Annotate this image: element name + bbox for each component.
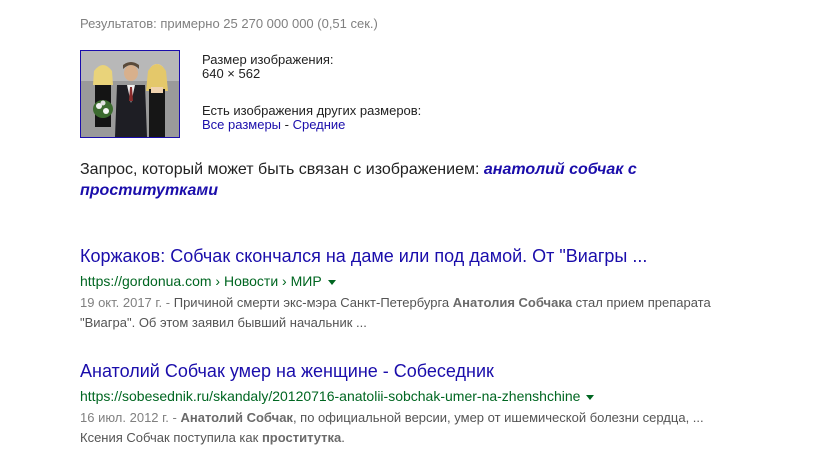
snippet-highlight: Анатолия Собчака [452, 295, 573, 310]
search-result: Коржаков: Собчак скончался на даме или п… [80, 245, 720, 333]
result-title-link[interactable]: Коржаков: Собчак скончался на даме или п… [80, 245, 720, 267]
related-query: Запрос, который может быть связан с изоб… [80, 159, 680, 201]
related-query-prefix: Запрос, который может быть связан с изоб… [80, 161, 484, 178]
size-link-separator: - [281, 117, 293, 132]
all-sizes-link[interactable]: Все размеры [202, 117, 281, 132]
snippet-highlight: проститутка [261, 430, 342, 445]
result-url-text: https://gordonua.com › Новости › МИР [80, 273, 322, 289]
result-url: https://sobesednik.ru/skandaly/20120716-… [80, 387, 720, 405]
size-links: Все размеры - Средние [202, 118, 421, 132]
result-date: 19 окт. 2017 г. - [80, 295, 174, 310]
image-size-label: Размер изображения: [202, 52, 334, 67]
snippet-text: Причиной смерти экс-мэра Санкт-Петербург… [173, 295, 453, 310]
snippet-highlight: Анатолий Собчак [180, 410, 293, 425]
other-sizes-label: Есть изображения других размеров: [202, 103, 422, 118]
search-result: Анатолий Собчак умер на женщине - Собесе… [80, 360, 720, 448]
dropdown-caret-icon[interactable] [327, 279, 336, 285]
result-snippet: 16 июл. 2012 г. - Анатолий Собчак, по оф… [80, 408, 720, 448]
result-snippet: 19 окт. 2017 г. - Причиной смерти экс-мэ… [80, 293, 720, 333]
result-date: 16 июл. 2012 г. - [80, 410, 181, 425]
result-title-link[interactable]: Анатолий Собчак умер на женщине - Собесе… [80, 360, 720, 382]
results-stats: Результатов: примерно 25 270 000 000 (0,… [80, 16, 378, 31]
photo-thumbnail-image [81, 51, 179, 137]
result-url: https://gordonua.com › Новости › МИР [80, 272, 720, 290]
medium-sizes-link[interactable]: Средние [293, 117, 346, 132]
snippet-text: . [341, 430, 345, 445]
result-url-text: https://sobesednik.ru/skandaly/20120716-… [80, 388, 581, 404]
dropdown-caret-icon[interactable] [586, 394, 595, 400]
image-thumbnail[interactable] [80, 50, 180, 138]
image-info: Размер изображения: 640 × 562 Есть изобр… [202, 53, 421, 132]
image-size-value: 640 × 562 [202, 66, 261, 81]
